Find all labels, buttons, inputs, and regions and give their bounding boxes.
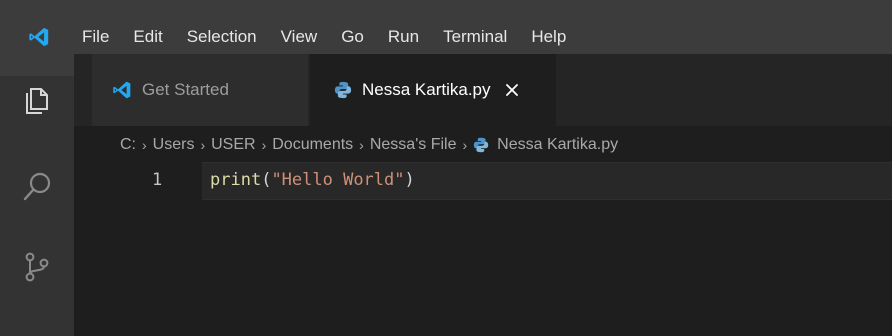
- tab-label: Get Started: [142, 80, 229, 99]
- source-control-icon[interactable]: [20, 250, 54, 284]
- python-file-icon: [473, 137, 489, 153]
- chevron-right-icon: ›: [261, 137, 267, 153]
- chevron-right-icon: ›: [142, 137, 147, 153]
- chevron-right-icon: ›: [359, 137, 364, 153]
- breadcrumb-documents[interactable]: Documents: [272, 136, 353, 154]
- files-icon[interactable]: [20, 82, 54, 116]
- python-file-icon: [334, 81, 352, 99]
- menu-edit[interactable]: Edit: [133, 27, 162, 47]
- close-icon[interactable]: [505, 83, 519, 97]
- chevron-right-icon: ›: [200, 137, 206, 153]
- line-number: 1: [152, 170, 163, 190]
- menu-file[interactable]: File: [82, 27, 109, 47]
- tab-nessa-kartika[interactable]: Nessa Kartika.py: [310, 54, 556, 126]
- chevron-right-icon: ›: [462, 137, 468, 153]
- vscode-icon: [113, 81, 131, 99]
- menu-selection[interactable]: Selection: [187, 27, 257, 47]
- editor[interactable]: 1 print("Hello World"): [74, 160, 892, 336]
- breadcrumb: C: › Users › USER › Documents › Nessa's …: [120, 132, 618, 158]
- vscode-logo-icon[interactable]: [28, 26, 50, 48]
- menu-terminal[interactable]: Terminal: [443, 27, 507, 47]
- code-paren-close: ): [404, 170, 415, 190]
- tab-label: Nessa Kartika.py: [362, 80, 491, 99]
- menu-go[interactable]: Go: [341, 27, 364, 47]
- menu-help[interactable]: Help: [531, 27, 566, 47]
- breadcrumb-nessas-file[interactable]: Nessa's File: [370, 136, 457, 154]
- activity-bar: [0, 76, 74, 336]
- breadcrumb-users[interactable]: Users: [153, 136, 195, 154]
- breadcrumb-user[interactable]: USER: [211, 136, 255, 154]
- tab-get-started[interactable]: Get Started: [92, 54, 308, 126]
- tab-bar: Get Started Nessa Kartika.py: [74, 54, 892, 126]
- code-function: print: [210, 170, 262, 190]
- code-string: "Hello World": [271, 170, 405, 190]
- menu-run[interactable]: Run: [388, 27, 419, 47]
- code-line[interactable]: print("Hello World"): [210, 170, 415, 190]
- vscode-window: File Edit Selection View Go Run Terminal…: [0, 0, 892, 336]
- breadcrumb-drive[interactable]: C:: [120, 136, 136, 154]
- code-paren-open: (: [261, 170, 272, 190]
- search-icon[interactable]: [20, 170, 54, 204]
- menu-view[interactable]: View: [281, 27, 318, 47]
- breadcrumb-file[interactable]: Nessa Kartika.py: [497, 136, 618, 154]
